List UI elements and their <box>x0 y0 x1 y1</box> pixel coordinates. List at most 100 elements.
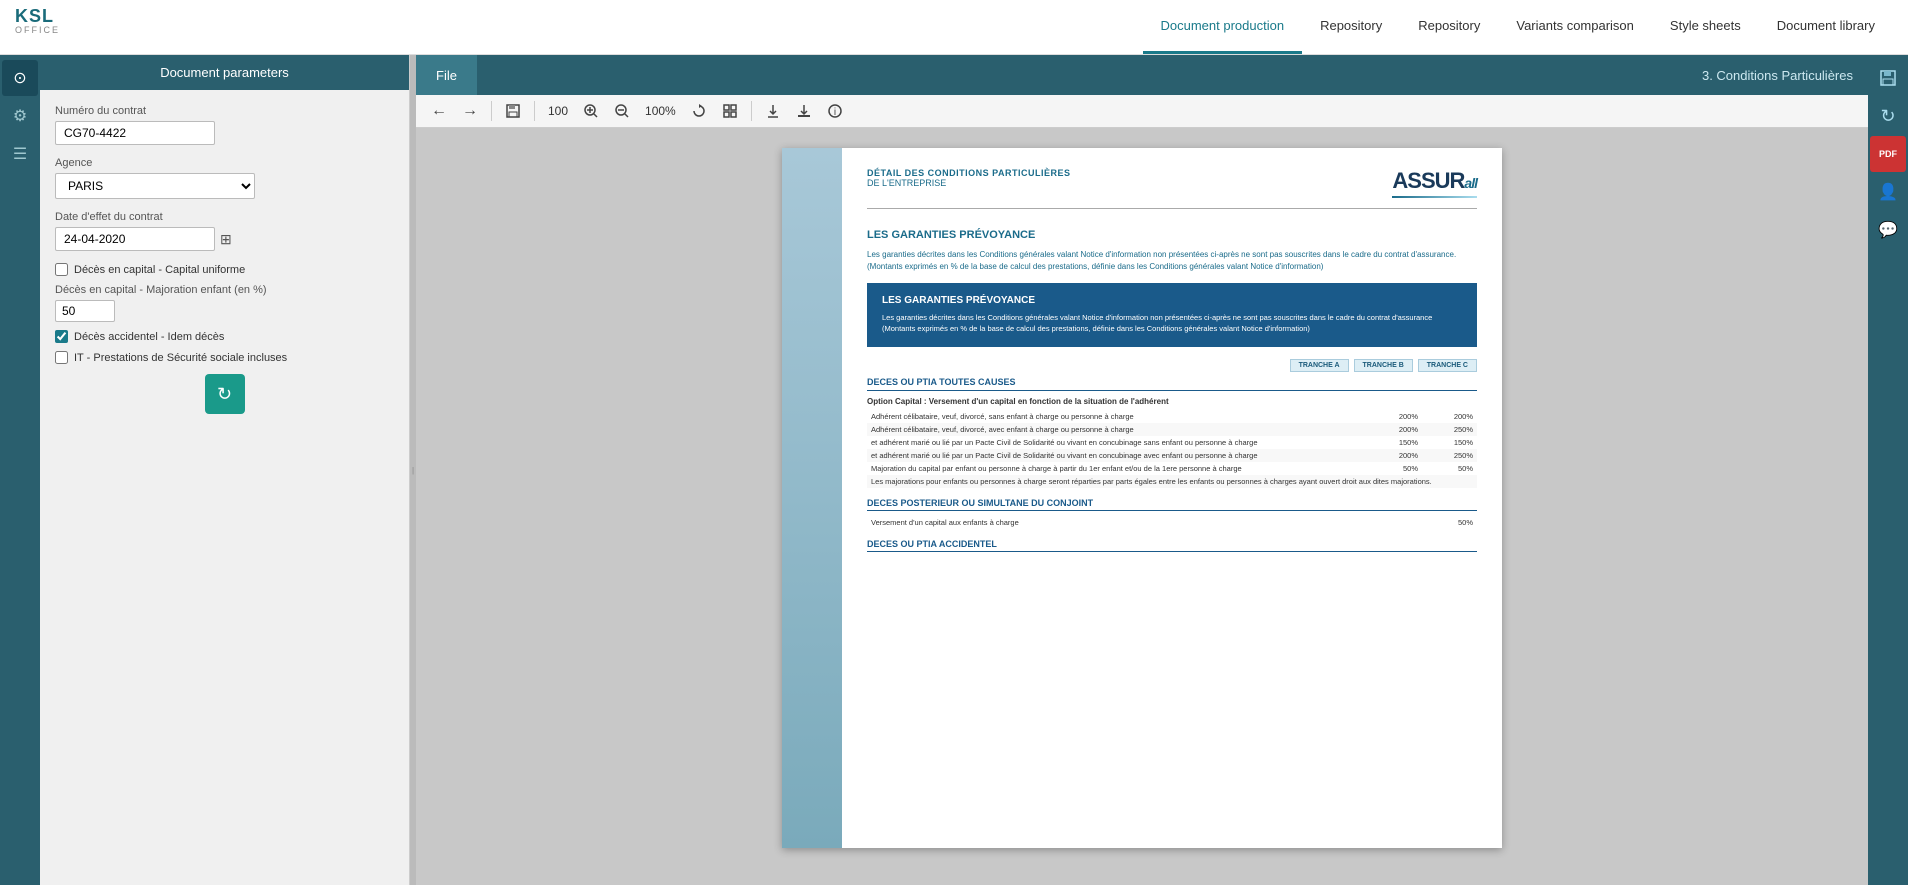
download2-button[interactable] <box>791 101 817 121</box>
section1-text2-span: (Montants exprimés en % de la base de ca… <box>867 262 1323 271</box>
document-left-bar <box>782 148 842 848</box>
zoom-out-button[interactable] <box>609 101 635 121</box>
date-input[interactable] <box>55 227 215 251</box>
blue-box-title: LES GARANTIES PRÉVOYANCE <box>882 295 1462 306</box>
nav-variants-comparison[interactable]: Variants comparison <box>1498 0 1652 54</box>
date-field-wrapper: ⊞ <box>55 227 394 251</box>
table-cell-a: 50% <box>1367 462 1422 475</box>
document-main-content: DÉTAIL DES CONDITIONS PARTICULIÈRES DE L… <box>842 148 1502 848</box>
nav-document-production[interactable]: Document production <box>1143 0 1303 54</box>
check3-label: Décès accidentel - Idem décès <box>74 331 224 343</box>
contract-number-group: Numéro du contrat <box>55 105 394 145</box>
table-cell-a: 150% <box>1367 436 1422 449</box>
nav-document-library[interactable]: Document library <box>1759 0 1893 54</box>
logo-all: all <box>1464 175 1477 191</box>
home-icon-btn[interactable]: ⊙ <box>2 60 38 96</box>
date-label: Date d'effet du contrat <box>55 211 394 223</box>
check1-row: Décès en capital - Capital uniforme <box>55 263 394 276</box>
section4-title: DECES OU PTIA ACCIDENTEL <box>867 539 1477 552</box>
table-cell-b: 250% <box>1422 423 1477 436</box>
logo-ksl: KSL <box>15 7 54 25</box>
check4-checkbox[interactable] <box>55 351 68 364</box>
settings-icon-btn[interactable]: ⚙ <box>2 98 38 134</box>
toolbar-sep-2 <box>534 101 535 121</box>
refresh-right-button[interactable]: ↻ <box>1870 98 1906 134</box>
check2-group: Décès en capital - Majoration enfant (en… <box>55 284 394 322</box>
grid-button[interactable] <box>717 101 743 121</box>
section2-option-title: Option Capital : Versement d'un capital … <box>867 397 1477 406</box>
section2-title: DECES OU PTIA TOUTES CAUSES <box>867 377 1477 391</box>
refresh-button[interactable]: ↻ <box>205 374 245 414</box>
tranche-header: TRANCHE A TRANCHE B TRANCHE C <box>867 359 1477 372</box>
check2-label: Décès en capital - Majoration enfant (en… <box>55 284 394 296</box>
content-header: File 3. Conditions Particulières <box>416 55 1868 95</box>
table-row: Les majorations pour enfants ou personne… <box>867 475 1477 488</box>
table-row: Majoration du capital par enfant ou pers… <box>867 462 1477 475</box>
nav-repository-2[interactable]: Repository <box>1400 0 1498 54</box>
table-row: Adhérent célibataire, veuf, divorcé, san… <box>867 410 1477 423</box>
nav-repository-1[interactable]: Repository <box>1302 0 1400 54</box>
check4-label: IT - Prestations de Sécurité sociale inc… <box>74 352 287 364</box>
zoom-in-button[interactable] <box>578 101 604 121</box>
comment-right-button[interactable]: 💬 <box>1870 212 1906 248</box>
download1-button[interactable] <box>760 101 786 121</box>
nav-style-sheets[interactable]: Style sheets <box>1652 0 1759 54</box>
save-toolbar-button[interactable] <box>500 101 526 121</box>
zoom-100-display: 100 <box>543 102 573 120</box>
file-tab[interactable]: File <box>416 55 477 95</box>
info-button[interactable]: i <box>822 101 848 121</box>
toolbar: ← → 100 100% <box>416 95 1868 128</box>
table-row: et adhérent marié ou lié par un Pacte Ci… <box>867 449 1477 462</box>
doc-params-body: Numéro du contrat Agence PARIS Date d'ef… <box>40 90 409 885</box>
tranche-b-badge: TRANCHE B <box>1354 359 1413 372</box>
check3-checkbox[interactable] <box>55 330 68 343</box>
rotate-button[interactable] <box>686 101 712 121</box>
zoom-percent-display: 100% <box>640 102 681 120</box>
table-cell-b: 250% <box>1422 449 1477 462</box>
logo: KSL OFFICE <box>15 7 75 47</box>
table-cell-a: 200% <box>1367 449 1422 462</box>
document-title-main: DÉTAIL DES CONDITIONS PARTICULIÈRES <box>867 168 1392 178</box>
table-cell-label: Adhérent célibataire, veuf, divorcé, ave… <box>867 423 1367 436</box>
left-sidebar: ⊙ ⚙ ☰ <box>0 55 40 885</box>
table-cell-label: Majoration du capital par enfant ou pers… <box>867 462 1367 475</box>
check1-checkbox[interactable] <box>55 263 68 276</box>
table-cell-note: Les majorations pour enfants ou personne… <box>867 475 1477 488</box>
forward-button[interactable]: → <box>457 100 483 122</box>
content-area: File 3. Conditions Particulières ← → 100… <box>416 55 1868 885</box>
right-sidebar: ↻ PDF 👤 💬 <box>1868 55 1908 885</box>
table-row: Adhérent célibataire, veuf, divorcé, ave… <box>867 423 1477 436</box>
content-title: 3. Conditions Particulières <box>1702 68 1853 83</box>
document-viewer[interactable]: DÉTAIL DES CONDITIONS PARTICULIÈRES DE L… <box>416 128 1868 885</box>
table-cell-label: Versement d'un capital aux enfants à cha… <box>867 516 1422 529</box>
document-title-sub: DE L'ENTREPRISE <box>867 178 1392 188</box>
table-cell-a: 200% <box>1367 410 1422 423</box>
section1-title: LES GARANTIES PRÉVOYANCE <box>867 229 1477 241</box>
contract-number-label: Numéro du contrat <box>55 105 394 117</box>
back-button[interactable]: ← <box>426 100 452 122</box>
contract-number-input[interactable] <box>55 121 215 145</box>
table-cell-b: 150% <box>1422 436 1477 449</box>
document-logo: ASSURall <box>1392 168 1477 198</box>
tranche-c-badge: TRANCHE C <box>1418 359 1477 372</box>
table-cell-label: et adhérent marié ou lié par un Pacte Ci… <box>867 449 1367 462</box>
svg-text:i: i <box>834 107 836 118</box>
table-cell-label: et adhérent marié ou lié par un Pacte Ci… <box>867 436 1367 449</box>
agency-label: Agence <box>55 157 394 169</box>
calendar-icon-btn[interactable]: ⊞ <box>220 231 232 248</box>
user-right-button[interactable]: 👤 <box>1870 174 1906 210</box>
save-right-button[interactable] <box>1870 60 1906 96</box>
table-cell-a: 200% <box>1367 423 1422 436</box>
agency-select[interactable]: PARIS <box>55 173 255 199</box>
document-title-block: DÉTAIL DES CONDITIONS PARTICULIÈRES DE L… <box>867 168 1392 188</box>
check1-label: Décès en capital - Capital uniforme <box>74 264 245 276</box>
list-icon-btn[interactable]: ☰ <box>2 136 38 172</box>
check2-input[interactable] <box>55 300 115 322</box>
table-cell-b: 200% <box>1422 410 1477 423</box>
pdf-right-button[interactable]: PDF <box>1870 136 1906 172</box>
document-page: DÉTAIL DES CONDITIONS PARTICULIÈRES DE L… <box>782 148 1502 848</box>
main-layout: ⊙ ⚙ ☰ Document parameters Numéro du cont… <box>0 55 1908 885</box>
date-group: Date d'effet du contrat ⊞ <box>55 211 394 251</box>
section1-text1-span: Les garanties décrites dans les Conditio… <box>867 250 1456 259</box>
section3-title: DECES POSTERIEUR OU SIMULTANE DU CONJOIN… <box>867 498 1477 511</box>
